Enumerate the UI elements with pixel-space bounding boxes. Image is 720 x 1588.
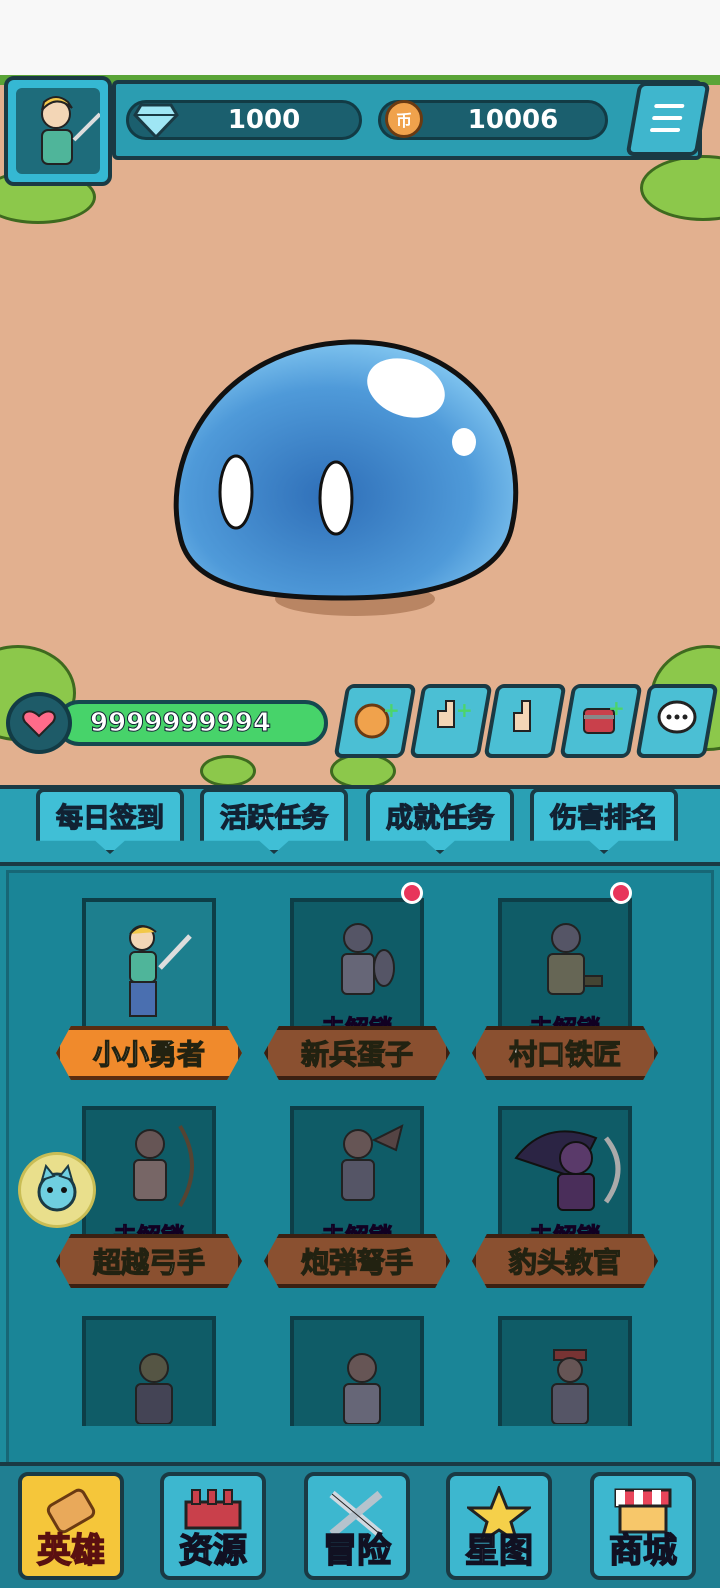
hero-name-3: 超越弓手 [56, 1234, 242, 1288]
chest-button[interactable]: + [559, 684, 643, 758]
notification-dot [610, 882, 632, 904]
hero-brawler-icon [343, 1353, 381, 1424]
hero-werewolf-icon [135, 1353, 173, 1424]
notification-dot [401, 882, 423, 904]
nav-shop[interactable]: 商城 [590, 1472, 696, 1580]
hero-archer-icon [133, 1124, 194, 1208]
player-avatar[interactable] [4, 76, 112, 186]
enemy-hp-bar: 9999999994 [56, 700, 328, 746]
cat-mascot-icon [37, 1164, 77, 1212]
add-coin-button[interactable]: + [333, 684, 417, 758]
bush [200, 755, 256, 785]
hand-icon [502, 697, 548, 745]
coin-counter: 币 10006 [378, 100, 608, 140]
status-bar-area [0, 0, 720, 75]
nav-label: 星图 [464, 1530, 534, 1572]
hero-name-0: 小小勇者 [56, 1026, 242, 1080]
hand-plus-icon: + [428, 697, 474, 745]
nav-heroes[interactable]: 英雄 [18, 1472, 124, 1580]
coin-plus-icon: + [352, 698, 400, 743]
hero-name-5: 豹头教官 [472, 1234, 658, 1288]
hero-card-8[interactable] [498, 1316, 632, 1426]
heart-icon [6, 692, 72, 754]
hero-portrait-icon [41, 96, 100, 165]
menu-button[interactable] [625, 82, 711, 156]
bush [640, 155, 720, 221]
nav-label: 冒险 [322, 1530, 392, 1572]
chest-plus-icon: + [578, 696, 625, 745]
floating-mascot-button[interactable] [18, 1152, 96, 1228]
hero-panther-instructor-icon [514, 1130, 621, 1211]
hero-name-1: 新兵蛋子 [264, 1026, 450, 1080]
svg-text:+: + [608, 697, 624, 720]
hero-crossbow-icon [341, 1124, 404, 1201]
coin-count: 10006 [467, 105, 559, 135]
hero-card-7[interactable] [290, 1316, 424, 1426]
slime-monster[interactable] [160, 336, 530, 606]
nav-label: 商城 [608, 1530, 678, 1572]
auto-tap-button[interactable] [483, 684, 567, 758]
chat-button[interactable] [635, 684, 719, 758]
nav-star-map[interactable]: 星图 [446, 1472, 552, 1580]
diamond-counter: 1000 [126, 100, 362, 140]
svg-text:+: + [456, 698, 473, 722]
nav-label: 资源 [178, 1530, 248, 1572]
hero-cowboy-icon [551, 1349, 589, 1424]
coin-icon: 币 [385, 100, 423, 138]
hero-card-6[interactable] [82, 1316, 216, 1426]
hero-brave-icon [129, 925, 192, 1017]
diamond-icon [133, 103, 179, 139]
nav-label: 英雄 [36, 1530, 106, 1572]
enemy-hp-value: 9999999994 [90, 708, 272, 739]
svg-text:+: + [383, 699, 398, 722]
hero-name-4: 炮弹弩手 [264, 1234, 450, 1288]
diamond-count: 1000 [227, 105, 301, 135]
hero-blacksmith-icon [547, 923, 603, 995]
nav-resources[interactable]: 资源 [160, 1472, 266, 1580]
nav-adventure[interactable]: 冒险 [304, 1472, 410, 1580]
chat-icon [654, 697, 700, 745]
tap-boost-button[interactable]: + [409, 684, 493, 758]
hero-name-2: 村口铁匠 [472, 1026, 658, 1080]
hero-recruit-icon [341, 923, 395, 995]
